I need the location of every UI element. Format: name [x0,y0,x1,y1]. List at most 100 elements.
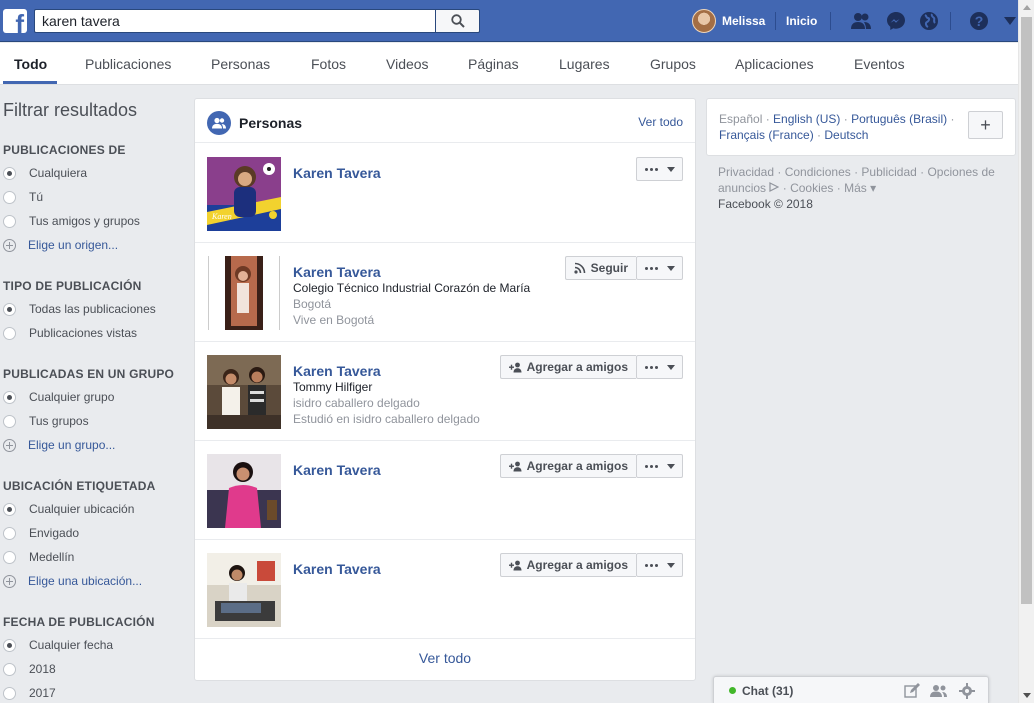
nav-divider [775,12,776,30]
footer-link[interactable]: Cookies [790,181,833,195]
add-friend-button[interactable]: Agregar a amigos [499,355,636,379]
footer-more-link[interactable]: Más [844,181,867,195]
language-link[interactable]: Deutsch [824,128,868,142]
filter-option[interactable]: Cualquier fecha [3,633,183,657]
filter-option[interactable]: Tú [3,185,183,209]
tab-lugares[interactable]: Lugares [559,56,610,72]
filter-option[interactable]: Todas las publicaciones [3,297,183,321]
plus-circle-icon [3,238,16,252]
person-name-link[interactable]: Karen Tavera [293,462,381,478]
tab-eventos[interactable]: Eventos [854,56,905,72]
tab-publicaciones[interactable]: Publicaciones [85,56,171,72]
tab-personas[interactable]: Personas [211,56,270,72]
people-results-card: Personas Ver todo Karen Karen Tavera Kar… [194,98,696,681]
gear-icon[interactable] [958,682,976,700]
page-scrollbar[interactable] [1018,0,1034,703]
more-options-button[interactable] [636,157,683,181]
add-friend-button[interactable]: Agregar a amigos [499,454,636,478]
radio-checked-icon[interactable] [3,502,16,516]
help-icon[interactable]: ? [968,10,990,32]
radio-icon[interactable] [3,326,16,340]
svg-text:?: ? [975,13,984,29]
tab-paginas[interactable]: Páginas [468,56,519,72]
see-all-link[interactable]: Ver todo [638,115,683,129]
see-all-bottom-link[interactable]: Ver todo [195,636,695,680]
new-group-icon[interactable] [930,682,948,700]
scroll-up-icon[interactable] [1023,5,1031,10]
filter-option[interactable]: Envigado [3,521,183,545]
filter-heading: UBICACIÓN ETIQUETADA [3,479,156,493]
tab-videos[interactable]: Videos [386,56,429,72]
chat-sidebar-tab[interactable]: Chat (31) [713,676,989,703]
radio-checked-icon[interactable] [3,166,16,180]
person-detail-school: Colegio Técnico Industrial Corazón de Ma… [293,281,531,295]
profile-link[interactable]: Melissa [692,9,765,33]
card-title: Personas [239,115,303,131]
scrollbar-thumb[interactable] [1021,17,1032,604]
more-options-button[interactable] [636,256,683,280]
filter-option[interactable]: Cualquier grupo [3,385,183,409]
filter-option[interactable]: Tus grupos [3,409,183,433]
tab-fotos[interactable]: Fotos [311,56,346,72]
filter-option[interactable]: 2017 [3,681,183,703]
person-name-link[interactable]: Karen Tavera [293,165,381,181]
filter-option[interactable]: Publicaciones vistas [3,321,183,345]
follow-button[interactable]: Seguir [564,256,636,280]
card-header: Personas Ver todo [195,99,695,143]
more-options-button[interactable] [636,553,683,577]
profile-photo[interactable] [207,454,281,528]
messenger-icon[interactable] [885,10,907,32]
facebook-logo-icon[interactable]: f [3,9,27,33]
filter-option[interactable]: Tus amigos y grupos [3,209,183,233]
radio-checked-icon[interactable] [3,638,16,652]
radio-icon[interactable] [3,686,16,700]
choose-location-link[interactable]: Elige una ubicación... [3,569,183,593]
add-friend-button[interactable]: Agregar a amigos [499,553,636,577]
radio-checked-icon[interactable] [3,302,16,316]
add-language-button[interactable]: + [968,111,1003,139]
filter-option[interactable]: 2018 [3,657,183,681]
person-name-link[interactable]: Karen Tavera [293,561,381,577]
person-name-link[interactable]: Karen Tavera [293,363,381,379]
footer-link[interactable]: Publicidad [861,165,916,179]
profile-photo[interactable] [207,256,281,330]
profile-photo[interactable] [207,553,281,627]
search-input[interactable] [34,9,435,33]
radio-icon[interactable] [3,550,16,564]
profile-photo[interactable] [207,355,281,429]
more-options-button[interactable] [636,454,683,478]
filter-option[interactable]: Medellín [3,545,183,569]
radio-checked-icon[interactable] [3,390,16,404]
tab-grupos[interactable]: Grupos [650,56,696,72]
person-name-link[interactable]: Karen Tavera [293,264,381,280]
language-link[interactable]: Français (France) [719,128,814,142]
language-link[interactable]: English (US) [773,112,840,126]
notifications-globe-icon[interactable] [918,10,940,32]
person-detail-school: isidro caballero delgado [293,396,420,410]
friend-requests-icon[interactable] [850,10,872,32]
filter-option[interactable]: Cualquier ubicación [3,497,183,521]
home-link[interactable]: Inicio [786,14,817,28]
radio-icon[interactable] [3,190,16,204]
people-icon [207,111,231,135]
compose-icon[interactable] [903,682,921,700]
current-language: Español [719,112,763,126]
tab-todo[interactable]: Todo [14,56,47,72]
scroll-down-icon[interactable] [1023,693,1031,698]
filter-option[interactable]: Cualquiera [3,161,183,185]
language-link[interactable]: Português (Brasil) [851,112,947,126]
profile-photo[interactable]: Karen [207,157,281,231]
tab-aplicaciones[interactable]: Aplicaciones [735,56,814,72]
more-options-button[interactable] [636,355,683,379]
radio-icon[interactable] [3,414,16,428]
radio-icon[interactable] [3,662,16,676]
profile-name: Melissa [722,14,766,28]
footer-link[interactable]: Condiciones [785,165,851,179]
footer-link[interactable]: Privacidad [718,165,774,179]
choose-source-link[interactable]: Elige un origen... [3,233,183,257]
search-button[interactable] [435,9,480,33]
choose-group-link[interactable]: Elige un grupo... [3,433,183,457]
radio-icon[interactable] [3,214,16,228]
radio-icon[interactable] [3,526,16,540]
person-result: Karen Tavera Tommy Hilfiger isidro cabal… [195,342,695,441]
